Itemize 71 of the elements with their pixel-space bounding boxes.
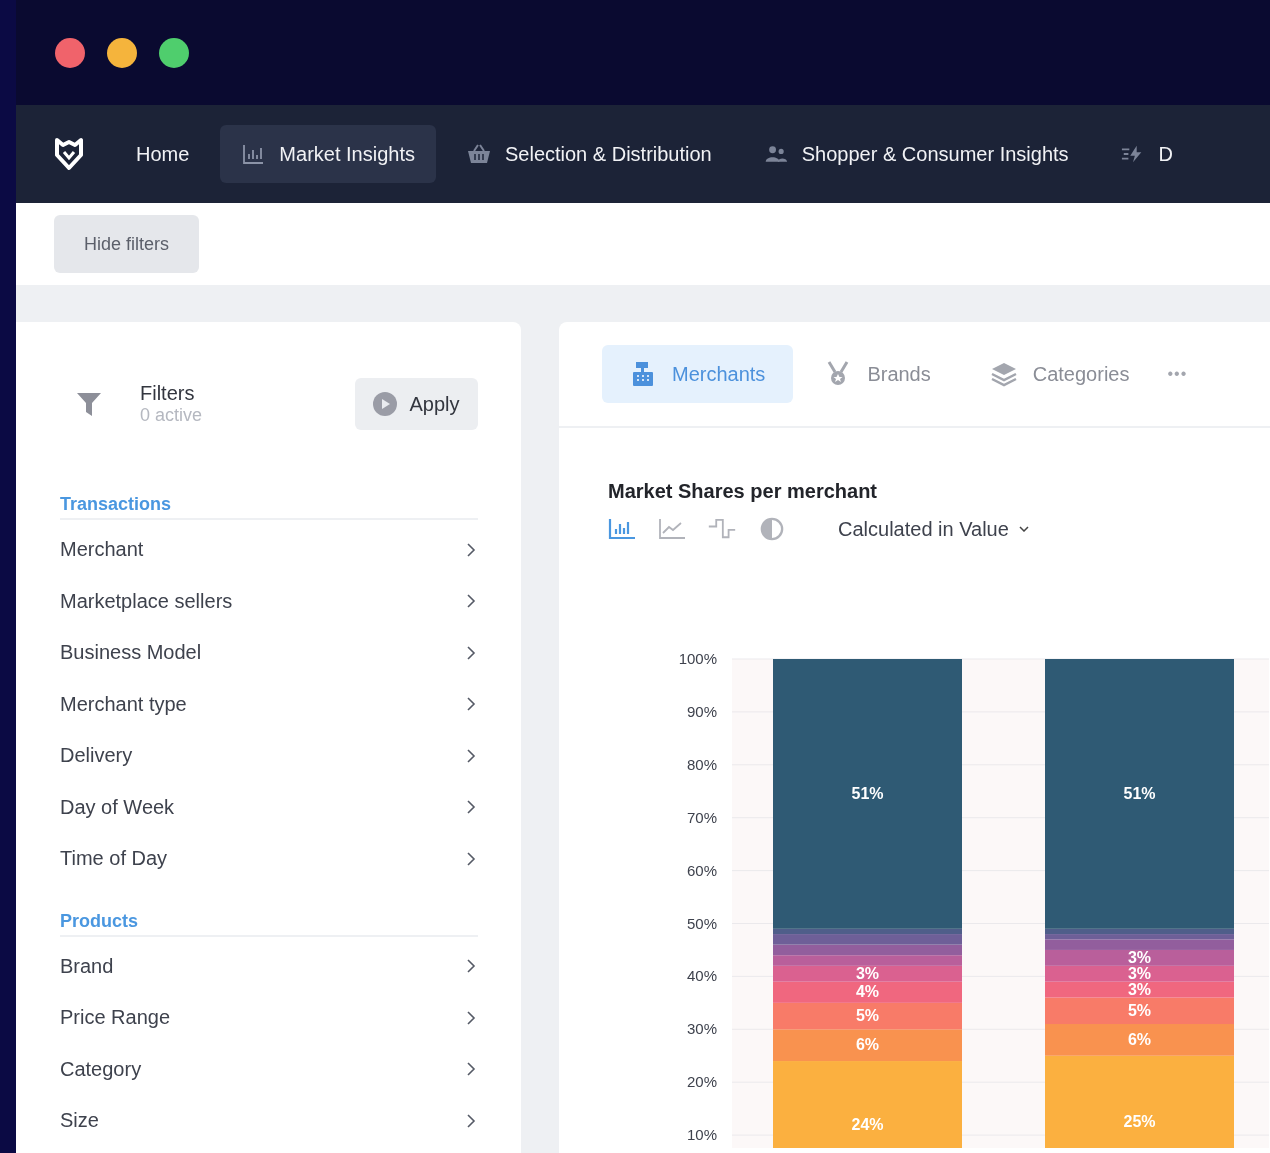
data-label: 51% bbox=[851, 784, 884, 802]
chevron-right-icon bbox=[466, 1062, 476, 1077]
apply-button[interactable]: Apply bbox=[355, 378, 478, 430]
active-filter-count: 0 active bbox=[140, 405, 204, 426]
layers-icon bbox=[990, 361, 1017, 387]
y-axis-tick-label: 20% bbox=[686, 1073, 717, 1091]
data-label: 3% bbox=[1127, 964, 1152, 982]
filter-item[interactable]: Time of Day bbox=[60, 833, 478, 885]
filter-item[interactable]: Brand bbox=[60, 940, 478, 992]
chevron-right-icon bbox=[466, 959, 476, 974]
filter-item[interactable]: Price Range bbox=[60, 992, 478, 1044]
y-axis-tick-label: 40% bbox=[686, 967, 717, 985]
measure-dropdown[interactable]: Calculated in Value bbox=[838, 517, 1029, 541]
nav-item[interactable]: Shopper & Consumer Insights bbox=[742, 125, 1090, 183]
section-heading: Products bbox=[60, 910, 478, 937]
data-label: 3% bbox=[855, 964, 880, 982]
filter-icon bbox=[76, 391, 102, 417]
play-icon bbox=[373, 392, 398, 416]
chevron-right-icon bbox=[466, 1113, 476, 1128]
section-heading: Transactions bbox=[60, 494, 478, 520]
data-label: 3% bbox=[1127, 980, 1152, 998]
filter-item[interactable]: Category bbox=[60, 1043, 478, 1095]
chevron-right-icon bbox=[466, 645, 476, 660]
chevron-right-icon bbox=[466, 542, 476, 557]
data-label: 4% bbox=[855, 983, 880, 1001]
filter-item[interactable]: Day of Week bbox=[60, 781, 478, 833]
chevron-right-icon bbox=[466, 697, 476, 712]
data-label: 6% bbox=[855, 1036, 880, 1054]
data-label: 5% bbox=[855, 1007, 880, 1025]
data-label: 3% bbox=[1127, 948, 1152, 966]
filter-item[interactable]: Merchant bbox=[60, 524, 478, 576]
filter-item[interactable]: Delivery bbox=[60, 730, 478, 782]
filters-title: Filters bbox=[140, 382, 196, 405]
minimize-window-control[interactable] bbox=[107, 37, 137, 68]
close-window-control[interactable] bbox=[55, 37, 85, 68]
y-axis-tick-label: 50% bbox=[686, 914, 717, 932]
nav-item[interactable]: Selection & Distribution bbox=[445, 125, 733, 183]
hide-filters-button[interactable]: Hide filters bbox=[54, 215, 199, 273]
y-axis-tick-label: 10% bbox=[686, 1126, 717, 1144]
chevron-right-icon bbox=[466, 748, 476, 763]
data-label: 5% bbox=[1127, 1001, 1152, 1019]
maximize-window-control[interactable] bbox=[159, 37, 189, 68]
y-axis-tick-label: 80% bbox=[686, 755, 717, 773]
chevron-right-icon bbox=[466, 851, 476, 866]
nav-item[interactable]: Home bbox=[115, 125, 211, 183]
nav-item[interactable]: Market Insights bbox=[220, 125, 436, 183]
filter-item[interactable]: Marketplace sellers bbox=[60, 575, 478, 627]
y-axis-tick-label: 100% bbox=[678, 650, 717, 667]
data-label: 51% bbox=[1123, 784, 1156, 802]
bar-chart-icon bbox=[241, 144, 266, 164]
filter-item[interactable]: Merchant type bbox=[60, 678, 478, 730]
y-axis-tick-label: 30% bbox=[686, 1020, 717, 1038]
y-axis-tick-label: 60% bbox=[686, 861, 717, 879]
data-label: 25% bbox=[1123, 1112, 1156, 1130]
data-label: 24% bbox=[851, 1115, 884, 1133]
basket-icon bbox=[466, 144, 491, 164]
shield-logo-icon[interactable] bbox=[54, 137, 84, 171]
y-axis-tick-label: 90% bbox=[686, 702, 717, 720]
people-icon bbox=[763, 144, 788, 164]
y-axis-tick-label: 70% bbox=[686, 808, 717, 826]
chevron-right-icon bbox=[466, 800, 476, 815]
cash-register-icon bbox=[630, 361, 656, 387]
chevron-right-icon bbox=[466, 1010, 476, 1025]
data-label: 6% bbox=[1127, 1030, 1152, 1048]
caret-icon bbox=[1018, 526, 1029, 532]
chevron-right-icon bbox=[466, 594, 476, 609]
filter-item[interactable]: Size bbox=[60, 1095, 478, 1147]
filter-item[interactable]: Business Model bbox=[60, 627, 478, 679]
chart-title: Market Shares per merchant bbox=[608, 480, 878, 503]
bar-chart-type-button[interactable] bbox=[608, 517, 636, 541]
nav-item[interactable]: D bbox=[1099, 125, 1194, 183]
